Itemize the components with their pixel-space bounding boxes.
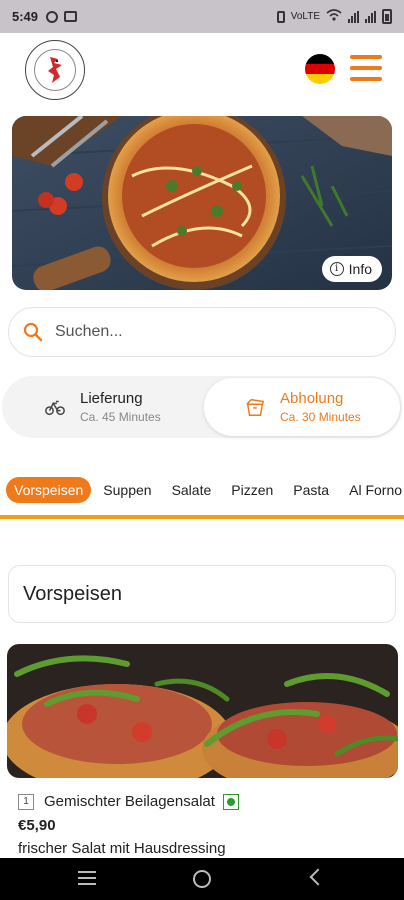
category-tabs: Vorspeisen Suppen Salate Pizzen Pasta Al… <box>6 476 404 504</box>
hero-banner: i Info <box>12 116 392 290</box>
info-label: Info <box>348 261 372 277</box>
delivery-text: Lieferung Ca. 45 Minutes <box>80 390 161 424</box>
bicycle-icon <box>45 400 65 416</box>
bruschetta-photo <box>7 644 398 778</box>
search-input[interactable] <box>55 323 355 341</box>
signal-icon-2 <box>365 10 376 23</box>
tab-al-forno[interactable]: Al Forno <box>341 477 404 503</box>
delivery-option[interactable]: Lieferung Ca. 45 Minutes <box>4 378 200 436</box>
tab-suppen[interactable]: Suppen <box>95 477 159 503</box>
network-label: VoLTE <box>290 11 320 22</box>
delivery-time: Ca. 45 Minutes <box>80 410 161 424</box>
pickup-time: Ca. 30 Minutes <box>280 410 361 424</box>
section-title: Vorspeisen <box>8 565 396 623</box>
product-price: €5,90 <box>18 817 56 834</box>
vibrate-icon <box>276 10 285 23</box>
product-name: Gemischter Beilagensalat <box>44 793 215 810</box>
pickup-text: Abholung Ca. 30 Minutes <box>280 390 361 424</box>
pickup-option[interactable]: Abholung Ca. 30 Minutes <box>204 378 400 436</box>
signal-icon <box>348 10 359 23</box>
category-divider <box>0 515 404 519</box>
search-bar[interactable] <box>8 307 396 357</box>
product-image[interactable] <box>7 644 398 778</box>
rooster-icon <box>48 57 62 83</box>
search-icon <box>23 322 43 342</box>
restaurant-logo[interactable] <box>25 40 85 100</box>
delivery-label: Lieferung <box>80 390 143 407</box>
tab-salate[interactable]: Salate <box>164 477 220 503</box>
wifi-icon <box>326 9 342 24</box>
product-title-row[interactable]: 1 Gemischter Beilagensalat <box>18 793 239 810</box>
pickup-label: Abholung <box>280 390 344 407</box>
status-bar: 5:49 VoLTE <box>0 0 404 33</box>
order-mode-toggle: Lieferung Ca. 45 Minutes Abholung Ca. 30… <box>2 376 402 438</box>
hamburger-menu-icon[interactable] <box>350 53 382 83</box>
status-indicators: VoLTE <box>276 9 392 24</box>
app-screen: 5:49 VoLTE i Info Suchen... Lieferung Ca… <box>0 0 404 900</box>
back-icon[interactable] <box>309 868 327 886</box>
system-nav-bar <box>0 858 404 900</box>
battery-icon <box>382 9 392 24</box>
tab-pasta[interactable]: Pasta <box>285 477 337 503</box>
info-button[interactable]: i Info <box>321 256 382 282</box>
takeaway-box-icon <box>246 398 265 416</box>
status-time: 5:49 <box>12 9 39 24</box>
product-number: 1 <box>18 793 34 810</box>
tab-pizzen[interactable]: Pizzen <box>223 477 281 503</box>
notification-icon <box>64 11 78 22</box>
vegetarian-icon <box>222 793 239 810</box>
info-icon: i <box>329 262 344 276</box>
germany-flag-icon[interactable] <box>305 54 335 84</box>
alarm-icon <box>46 10 59 23</box>
tab-vorspeisen[interactable]: Vorspeisen <box>6 477 92 503</box>
product-description: frischer Salat mit Hausdressing <box>18 840 226 857</box>
recent-apps-icon[interactable] <box>78 871 96 885</box>
home-icon[interactable] <box>193 870 211 888</box>
